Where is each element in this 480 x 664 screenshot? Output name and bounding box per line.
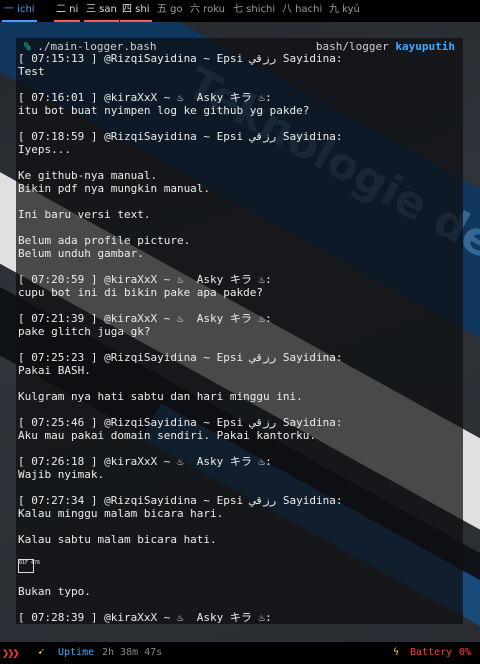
message-line <box>18 78 463 91</box>
message-line <box>18 338 463 351</box>
workspace-4[interactable]: 四 shi <box>120 0 152 22</box>
message-header: [ 07:26:18 ] @kiraXxX ~ ♨ Asky キラ ♨: <box>18 455 272 468</box>
workspace-1[interactable]: 一 ichi <box>2 0 37 22</box>
message-line <box>18 221 463 234</box>
message-line: Belum ada profile picture. <box>18 234 191 247</box>
message-header: [ 07:18:59 ] @RizqiSayidina ~ Epsi رزقي … <box>18 130 343 143</box>
missing-glyph-icon: 01F 476 <box>18 559 40 573</box>
status-bar: ❯❯❯ ➹ Uptime 2h 38m 47s ϟ Battery 0% <box>0 642 480 664</box>
message-line: Ini baru versi text. <box>18 208 151 221</box>
message-line: Iyeps... <box>18 143 71 156</box>
workspace-9[interactable]: 九 kyū <box>327 0 362 20</box>
message-line <box>18 572 463 585</box>
battery-value: 0% <box>459 647 472 658</box>
message-line: Kalau sabtu malam bicara hati. <box>18 533 217 546</box>
workspace-7[interactable]: 七 shichi <box>231 0 277 20</box>
message-line <box>18 156 463 169</box>
message-line <box>18 195 463 208</box>
message-line <box>18 546 463 559</box>
message-line <box>18 260 463 273</box>
terminal-output[interactable]: [ 07:15:13 ] @RizqiSayidina ~ Epsi رزقي … <box>18 52 463 624</box>
message-line <box>18 403 463 416</box>
bolt-icon: ➹ <box>38 647 45 658</box>
message-header: [ 07:21:39 ] @kiraXxX ~ ♨ Asky キラ ♨: <box>18 312 272 325</box>
message-line: cupu bot ini di bikin pake apa pakde? <box>18 286 264 299</box>
message-line: itu bot buat nyimpen log ke github yg pa… <box>18 104 310 117</box>
emoji-placeholder: 01F 476 <box>18 559 463 573</box>
message-header: [ 07:25:46 ] @RizqiSayidina ~ Epsi رزقي … <box>18 416 343 429</box>
message-line <box>18 442 463 455</box>
message-header: [ 07:15:13 ] @RizqiSayidina ~ Epsi رزقي … <box>18 52 343 65</box>
message-line <box>18 117 463 130</box>
message-line: Kulgram nya hati sabtu dan hari minggu i… <box>18 390 303 403</box>
message-line: Test <box>18 65 45 78</box>
message-line: pake glitch juga gk? <box>18 325 151 338</box>
message-line: Pakai BASH. <box>18 364 91 377</box>
workspace-bar: 一 ichi 二 ni 三 san 四 shi 五 go 六 roku 七 sh… <box>0 0 480 22</box>
message-line: Wajib nyimak. <box>18 468 105 481</box>
terminal-window[interactable]: % ./main-logger.bash bash/logger kayuput… <box>16 38 463 624</box>
message-header: [ 07:20:59 ] @kiraXxX ~ ♨ Asky キラ ♨: <box>18 273 272 286</box>
battery-bolt-icon: ϟ <box>393 647 400 658</box>
workspace-5[interactable]: 五 go <box>155 0 185 20</box>
message-line: Bikin pdf nya mungkin manual. <box>18 182 211 195</box>
message-header: [ 07:16:01 ] @kiraXxX ~ ♨ Asky キラ ♨: <box>18 91 272 104</box>
workspace-8[interactable]: 八 hachi <box>280 0 324 20</box>
message-line: Ke github-nya manual. <box>18 169 158 182</box>
uptime-value: 2h 38m 47s <box>102 647 163 658</box>
message-line: Belum unduh gambar. <box>18 247 144 260</box>
message-line: Kalau minggu malam bicara hari. <box>18 507 224 520</box>
chevrons-icon: ❯❯❯ <box>2 646 20 660</box>
battery-label: Battery <box>410 647 453 658</box>
message-line <box>18 598 463 611</box>
message-header: [ 07:28:39 ] @kiraXxX ~ ♨ Asky キラ ♨: <box>18 611 272 624</box>
message-line: Aku mau pakai domain sendiri. Pakai kant… <box>18 429 317 442</box>
workspace-6[interactable]: 六 roku <box>188 0 227 20</box>
message-line: Bukan typo. <box>18 585 91 598</box>
message-line <box>18 377 463 390</box>
message-line <box>18 299 463 312</box>
message-header: [ 07:25:23 ] @RizqiSayidina ~ Epsi رزقي … <box>18 351 343 364</box>
message-line <box>18 520 463 533</box>
message-line <box>18 481 463 494</box>
workspace-3[interactable]: 三 san <box>84 0 119 22</box>
workspace-2[interactable]: 二 ni <box>54 0 81 22</box>
message-header: [ 07:27:34 ] @RizqiSayidina ~ Epsi رزقي … <box>18 494 343 507</box>
uptime-label: Uptime <box>58 647 95 658</box>
